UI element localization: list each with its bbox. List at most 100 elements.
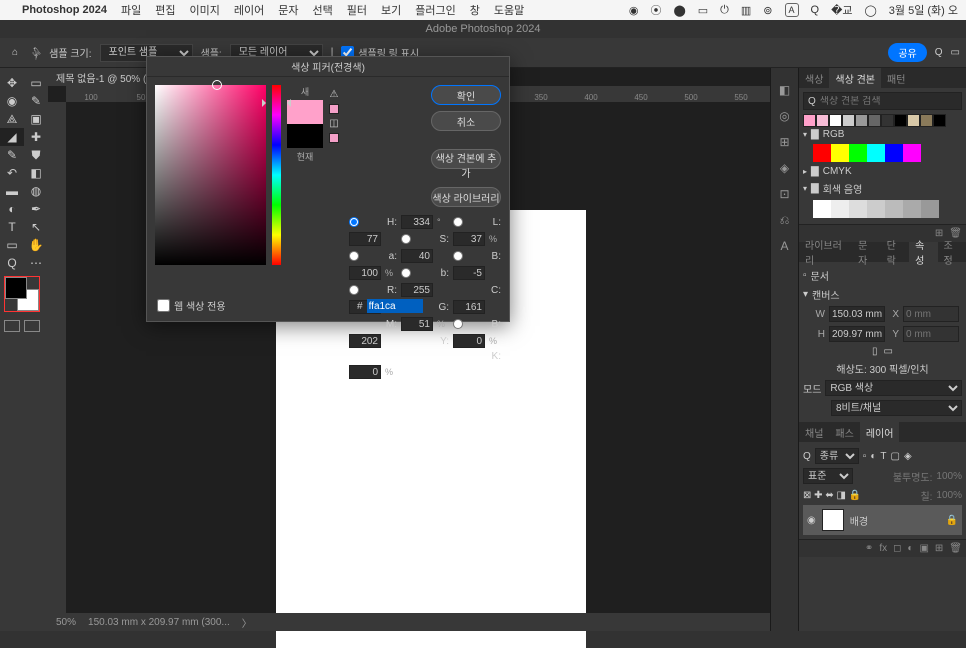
search-icon[interactable]: Q [811, 4, 820, 16]
share-button[interactable]: 공유 [888, 43, 926, 62]
radio-s[interactable] [401, 234, 411, 244]
web-colors-only-checkbox[interactable]: 웹 색상 전용 [157, 298, 226, 313]
radio-b3[interactable] [453, 319, 463, 329]
lab-b-field[interactable] [453, 266, 485, 280]
landscape-icon[interactable]: ▭ [884, 346, 893, 357]
swatch[interactable] [903, 200, 921, 218]
tab-libraries[interactable]: 라이브러리 [799, 242, 852, 262]
swatch[interactable] [920, 114, 933, 127]
swatch[interactable] [831, 144, 849, 162]
radio-a[interactable] [349, 251, 359, 261]
swatch[interactable] [867, 144, 885, 162]
zoom-level[interactable]: 50% [56, 617, 76, 628]
gamut-warning-icon[interactable]: ⚠ [330, 89, 339, 100]
swatch[interactable] [813, 200, 831, 218]
dodge-tool[interactable]: ◐ [0, 200, 24, 218]
status-icon[interactable]: ▭ [698, 4, 708, 17]
rgb-b-field[interactable] [349, 334, 381, 348]
panel-icon[interactable]: ⎌ [775, 210, 795, 230]
history-tool[interactable]: ↶ [0, 164, 24, 182]
blur-tool[interactable]: ◍ [24, 182, 48, 200]
stamp-tool[interactable]: ⛊ [24, 146, 48, 164]
layer-thumbnail[interactable] [822, 509, 844, 531]
status-icon[interactable]: ◉ [629, 4, 639, 17]
hue-slider-thumb[interactable] [268, 99, 285, 107]
tab-adjust[interactable]: 조정 [938, 242, 966, 262]
foreground-color[interactable] [5, 277, 27, 299]
radio-l[interactable] [453, 217, 463, 227]
tab-layers[interactable]: 레이어 [860, 422, 900, 442]
swatch[interactable] [803, 114, 816, 127]
clock[interactable]: 3월 5일 (화) 오 [889, 2, 958, 18]
swatch[interactable] [868, 114, 881, 127]
menu-file[interactable]: 파일 [121, 2, 141, 18]
eyedropper-tool-icon[interactable]: 𓊿 [32, 45, 41, 61]
type-tool[interactable]: T [0, 218, 24, 236]
layer-kind-select[interactable]: 종류 [815, 448, 859, 464]
new-swatch-icon[interactable]: ⊞ [935, 228, 943, 239]
swatch[interactable] [885, 200, 903, 218]
folder-gray[interactable]: ▾▇회색 음영 [803, 179, 962, 198]
menu-layer[interactable]: 레이어 [234, 2, 264, 18]
panel-icon[interactable]: ◈ [775, 158, 795, 178]
panel-icon[interactable]: ◎ [775, 106, 795, 126]
panel-icon[interactable]: ⊞ [775, 132, 795, 152]
swatch-search[interactable]: Q [803, 92, 962, 110]
cancel-button[interactable]: 취소 [431, 111, 501, 131]
adjustment-icon[interactable]: ◐ [907, 543, 913, 554]
swatch[interactable] [867, 200, 885, 218]
link-icon[interactable]: ⚭ [865, 543, 873, 554]
delete-icon[interactable]: 🗑 [949, 543, 962, 554]
swatch[interactable] [881, 114, 894, 127]
radio-b2[interactable] [401, 268, 411, 278]
ok-button[interactable]: 확인 [431, 85, 501, 105]
websafe-swatch[interactable] [329, 133, 339, 143]
filter-pixel-icon[interactable]: ▫ [863, 451, 867, 462]
swatch[interactable] [813, 144, 831, 162]
gamut-swatch[interactable] [329, 104, 339, 114]
path-tool[interactable]: ↖ [24, 218, 48, 236]
folder-rgb[interactable]: ▾▇RGB [803, 127, 962, 142]
status-icon[interactable]: ⬤ [673, 4, 685, 17]
foreground-background-swatch[interactable] [4, 276, 40, 312]
tab-char[interactable]: 문자 [852, 242, 880, 262]
panel-icon[interactable]: ⊡ [775, 184, 795, 204]
fx-icon[interactable]: fx [879, 543, 887, 554]
crop-tool[interactable]: ⟁ [0, 110, 24, 128]
tab-channels[interactable]: 채널 [799, 422, 829, 442]
layer-background[interactable]: ◉ 배경 🔒 [803, 505, 962, 535]
shape-tool[interactable]: ▭ [0, 236, 24, 254]
new-layer-icon[interactable]: ⊞ [935, 543, 943, 554]
menu-type[interactable]: 문자 [278, 2, 298, 18]
portrait-icon[interactable]: ▯ [872, 346, 878, 357]
hex-field[interactable] [367, 299, 423, 313]
filter-smart-icon[interactable]: ◈ [904, 451, 912, 462]
swatch[interactable] [831, 200, 849, 218]
hue-slider[interactable] [272, 85, 281, 265]
filter-shape-icon[interactable]: ▢ [890, 451, 899, 462]
frame-tool[interactable]: ▣ [24, 110, 48, 128]
color-libraries-button[interactable]: 색상 라이브러리 [431, 187, 501, 207]
websafe-warning-icon[interactable]: ◫ [329, 118, 338, 129]
swatch[interactable] [842, 114, 855, 127]
swatch[interactable] [855, 114, 868, 127]
tab-properties[interactable]: 속성 [909, 242, 937, 262]
workspace-icon[interactable]: ▭ [951, 47, 960, 58]
menu-plugin[interactable]: 플러그인 [415, 2, 455, 18]
eyedropper-tool[interactable]: ◢ [0, 128, 24, 146]
tab-swatches[interactable]: 색상 견본 [829, 68, 881, 88]
status-icon[interactable]: ⦿ [650, 2, 661, 18]
swatch[interactable] [907, 114, 920, 127]
document-tab[interactable]: 제목 없음-1 @ 50% ( [48, 68, 154, 86]
search-icon[interactable]: Q [935, 47, 943, 58]
home-icon[interactable]: ⌂ [6, 44, 24, 62]
siri-icon[interactable]: ◯ [864, 4, 876, 17]
menu-filter[interactable]: 필터 [347, 2, 367, 18]
menu-help[interactable]: 도움말 [494, 2, 524, 18]
gradient-tool[interactable]: ▬ [0, 182, 24, 200]
layer-name[interactable]: 배경 [850, 513, 868, 528]
menu-edit[interactable]: 편집 [155, 2, 175, 18]
filter-type-icon[interactable]: T [880, 451, 886, 462]
m-field[interactable] [401, 317, 433, 331]
radio-b1[interactable] [453, 251, 463, 261]
